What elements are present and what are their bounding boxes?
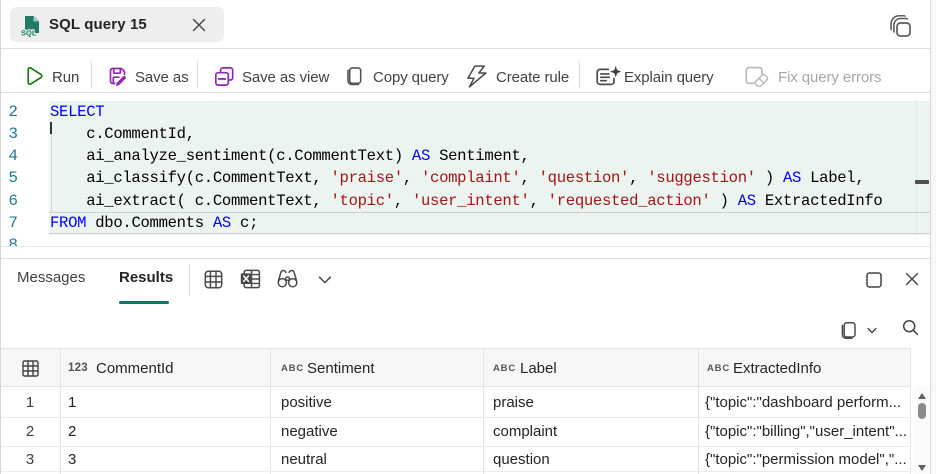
svg-text:SQL: SQL	[21, 29, 37, 38]
